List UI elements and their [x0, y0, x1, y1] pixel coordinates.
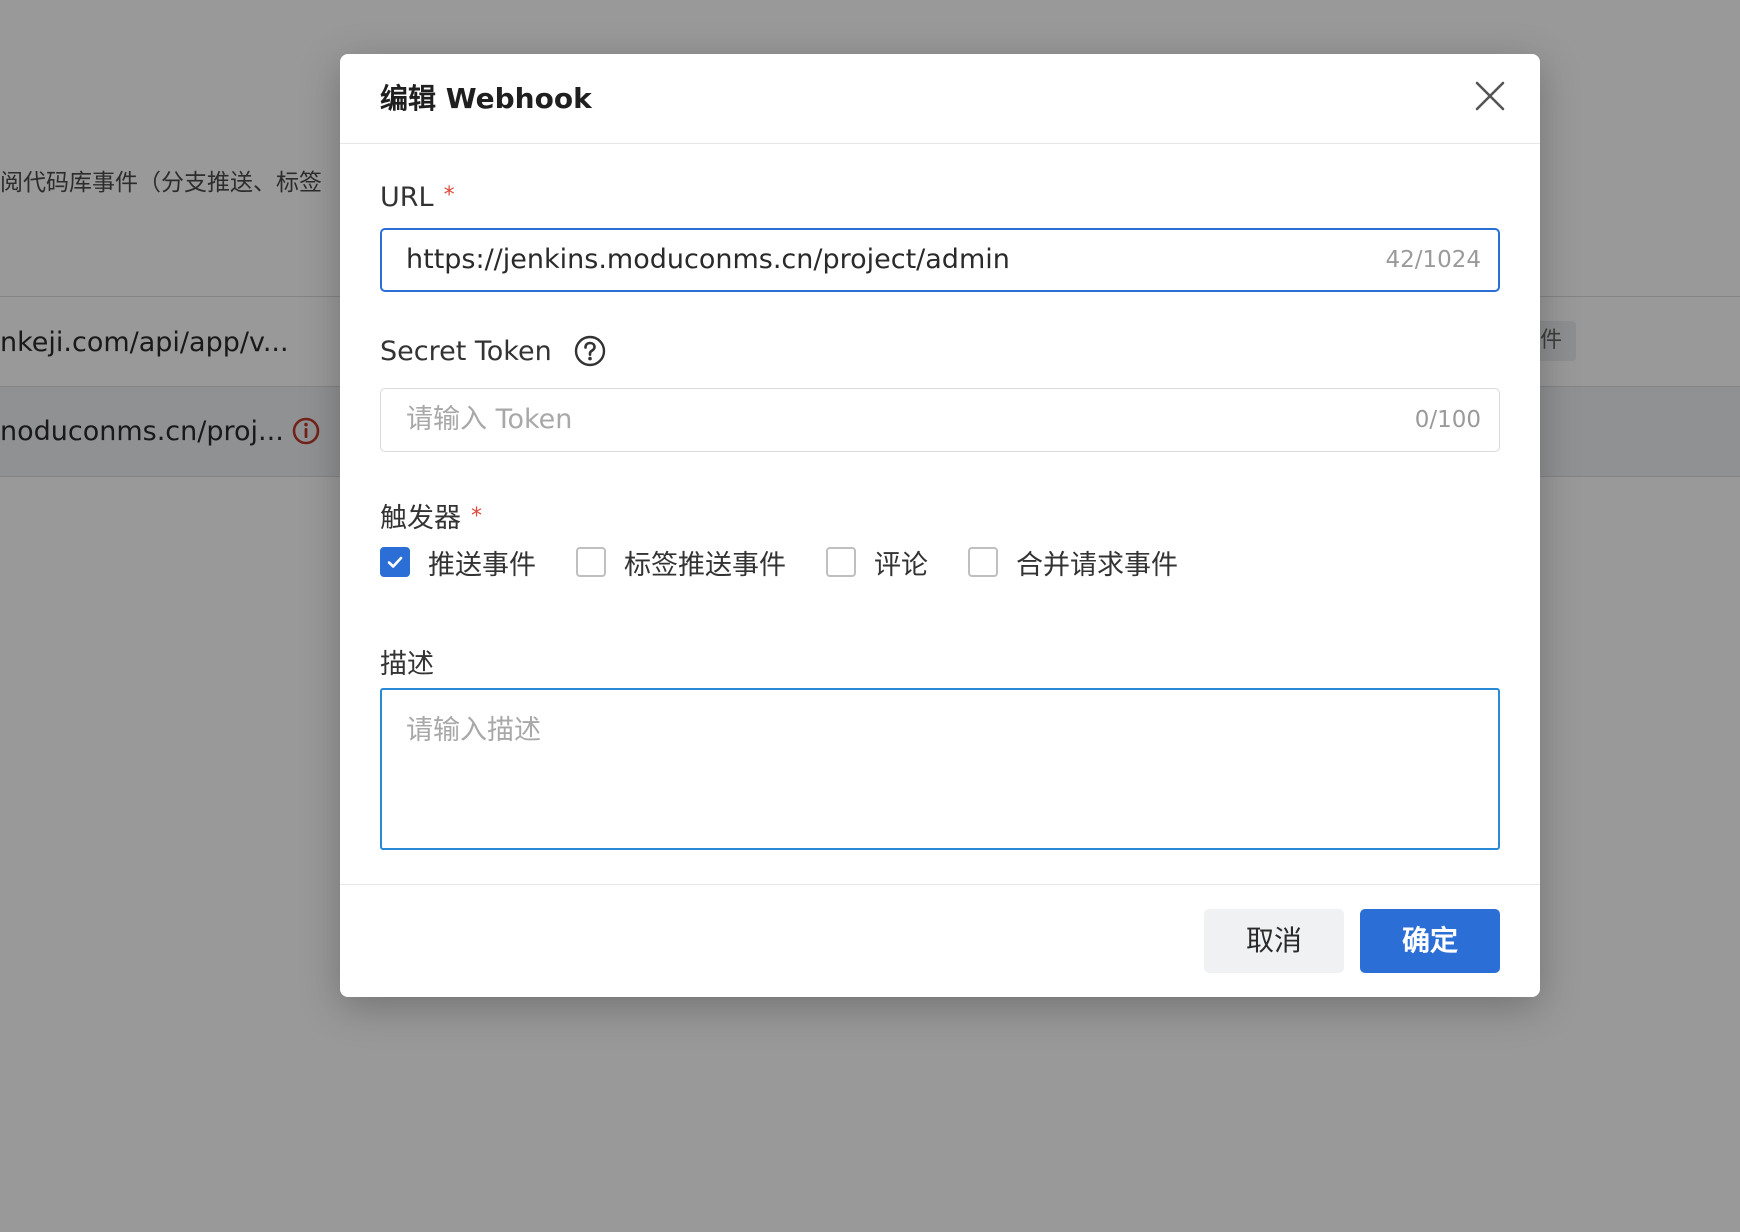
dialog-footer: 取消 确定 [340, 884, 1540, 997]
cancel-button[interactable]: 取消 [1204, 909, 1344, 973]
checkbox-checked[interactable] [380, 547, 410, 577]
trigger-checkbox-group: 推送事件 标签推送事件 评论 合并请求事件 [380, 542, 1218, 582]
close-button[interactable] [1468, 74, 1512, 118]
dialog-header: 编辑 Webhook [340, 54, 1540, 144]
checkbox-comment[interactable]: 评论 [826, 543, 928, 582]
required-mark: * [443, 183, 455, 208]
description-placeholder: 请输入描述 [406, 715, 541, 746]
confirm-button[interactable]: 确定 [1360, 909, 1500, 973]
required-mark: * [471, 504, 482, 529]
dialog-title: 编辑 Webhook [380, 82, 592, 115]
question-circle-icon[interactable] [574, 335, 606, 367]
trigger-label-text: 触发器 [380, 503, 461, 534]
checkbox-label: 推送事件 [428, 549, 536, 581]
description-label: 描述 [380, 649, 434, 680]
url-label-text: URL [380, 182, 434, 213]
url-input[interactable]: https://jenkins.moduconms.cn/project/adm… [380, 228, 1500, 292]
edit-webhook-dialog: 编辑 Webhook URL * https://jenkins.moduconm… [340, 54, 1540, 997]
close-icon [1475, 81, 1505, 111]
checkbox-label: 标签推送事件 [624, 549, 786, 581]
url-input-value: https://jenkins.moduconms.cn/project/adm… [406, 244, 1010, 275]
secret-token-placeholder: 请输入 Token [406, 404, 573, 435]
secret-token-input[interactable]: 请输入 Token 0/100 [380, 388, 1500, 452]
secret-token-label-text: Secret Token [380, 336, 552, 367]
description-textarea[interactable]: 请输入描述 [380, 688, 1500, 850]
checkbox-label: 评论 [874, 549, 928, 581]
checkbox-label: 合并请求事件 [1016, 549, 1178, 581]
secret-token-char-count: 0/100 [1414, 407, 1481, 433]
checkbox-unchecked[interactable] [826, 547, 856, 577]
app-stage: 阅代码库事件（分支推送、标签 nkeji.com/api/app/v... 件 … [0, 0, 1740, 1232]
checkbox-unchecked[interactable] [968, 547, 998, 577]
secret-token-label: Secret Token [380, 335, 606, 369]
url-char-count: 42/1024 [1385, 247, 1481, 273]
trigger-label: 触发器 * [380, 496, 482, 535]
checkbox-merge-request-event[interactable]: 合并请求事件 [968, 543, 1178, 582]
checkmark-icon [387, 556, 403, 568]
checkbox-unchecked[interactable] [576, 547, 606, 577]
checkbox-tag-push-event[interactable]: 标签推送事件 [576, 543, 786, 582]
url-label: URL * [380, 182, 455, 213]
checkbox-push-event[interactable]: 推送事件 [380, 543, 536, 582]
